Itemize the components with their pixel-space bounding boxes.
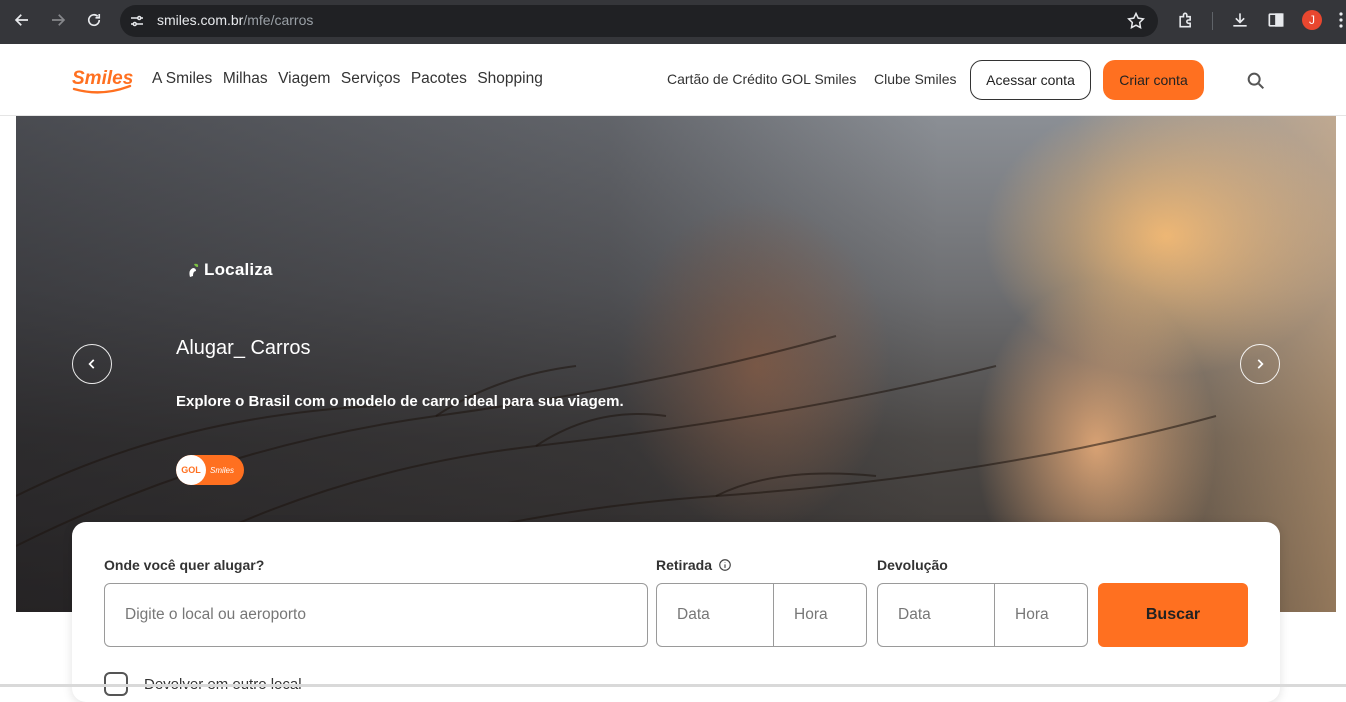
localiza-logo: Localiza — [188, 260, 273, 280]
smiles-mini-logo: Smiles — [210, 465, 235, 475]
nav-servicos[interactable]: Serviços — [341, 70, 400, 88]
hero-subtitle: Explore o Brasil com o modelo de carro i… — [176, 393, 624, 410]
localiza-leaf-icon — [189, 263, 199, 277]
return-time-input[interactable]: Hora — [994, 583, 1088, 647]
url-text: smiles.com.br/mfe/carros — [157, 12, 314, 28]
car-search-form: Onde você quer alugar? Retirada Devoluçã… — [72, 522, 1280, 702]
toolbar-divider — [1212, 12, 1213, 30]
gol-logo: GOL — [176, 455, 206, 485]
return-date-input[interactable]: Data — [877, 583, 995, 647]
location-input[interactable]: Digite o local ou aeroporto — [104, 583, 648, 647]
site-header: Smiles A Smiles Milhas Viagem Serviços P… — [0, 44, 1346, 116]
chevron-right-icon — [1257, 359, 1264, 369]
nav-cartao-credito[interactable]: Cartão de Crédito GOL Smiles — [667, 71, 856, 87]
main-nav: A Smiles Milhas Viagem Serviços Pacotes … — [152, 70, 553, 88]
download-icon[interactable] — [1230, 10, 1250, 30]
nav-pacotes[interactable]: Pacotes — [411, 70, 467, 88]
nav-milhas[interactable]: Milhas — [223, 70, 268, 88]
chevron-left-icon — [88, 359, 95, 369]
pickup-label: Retirada — [656, 557, 732, 573]
nav-a-smiles[interactable]: A Smiles — [152, 70, 212, 88]
extensions-icon[interactable] — [1176, 10, 1196, 30]
star-icon[interactable] — [1126, 11, 1146, 31]
localiza-text: Localiza — [204, 260, 273, 279]
forward-icon[interactable] — [40, 2, 76, 38]
search-button[interactable]: Buscar — [1098, 583, 1248, 647]
smiles-logo[interactable]: Smiles — [70, 64, 134, 96]
nav-clube-smiles[interactable]: Clube Smiles — [874, 71, 956, 87]
site-settings-icon[interactable] — [128, 12, 146, 30]
back-icon[interactable] — [4, 2, 40, 38]
pickup-time-input[interactable]: Hora — [773, 583, 867, 647]
signup-button[interactable]: Criar conta — [1103, 60, 1204, 100]
svg-text:Smiles: Smiles — [72, 68, 133, 89]
nav-shopping[interactable]: Shopping — [477, 70, 543, 88]
side-panel-icon[interactable] — [1266, 10, 1286, 30]
gol-smiles-badge: GOL Smiles — [176, 455, 244, 485]
menu-icon[interactable] — [1336, 10, 1346, 30]
reload-icon[interactable] — [76, 2, 112, 38]
address-bar[interactable]: smiles.com.br/mfe/carros — [120, 5, 1158, 37]
pickup-date-input[interactable]: Data — [656, 583, 774, 647]
nav-viagem[interactable]: Viagem — [278, 70, 330, 88]
login-button[interactable]: Acessar conta — [970, 60, 1091, 100]
profile-avatar[interactable]: J — [1302, 10, 1322, 30]
hero-title: Alugar_ Carros — [176, 337, 311, 359]
carousel-prev-button[interactable] — [72, 344, 112, 384]
search-icon[interactable] — [1245, 70, 1267, 92]
carousel-next-button[interactable] — [1240, 344, 1280, 384]
browser-toolbar: smiles.com.br/mfe/carros J — [0, 0, 1346, 44]
return-label: Devolução — [877, 557, 948, 573]
pickup-label-text: Retirada — [656, 557, 713, 573]
location-label: Onde você quer alugar? — [104, 557, 265, 573]
info-icon[interactable] — [718, 558, 732, 572]
